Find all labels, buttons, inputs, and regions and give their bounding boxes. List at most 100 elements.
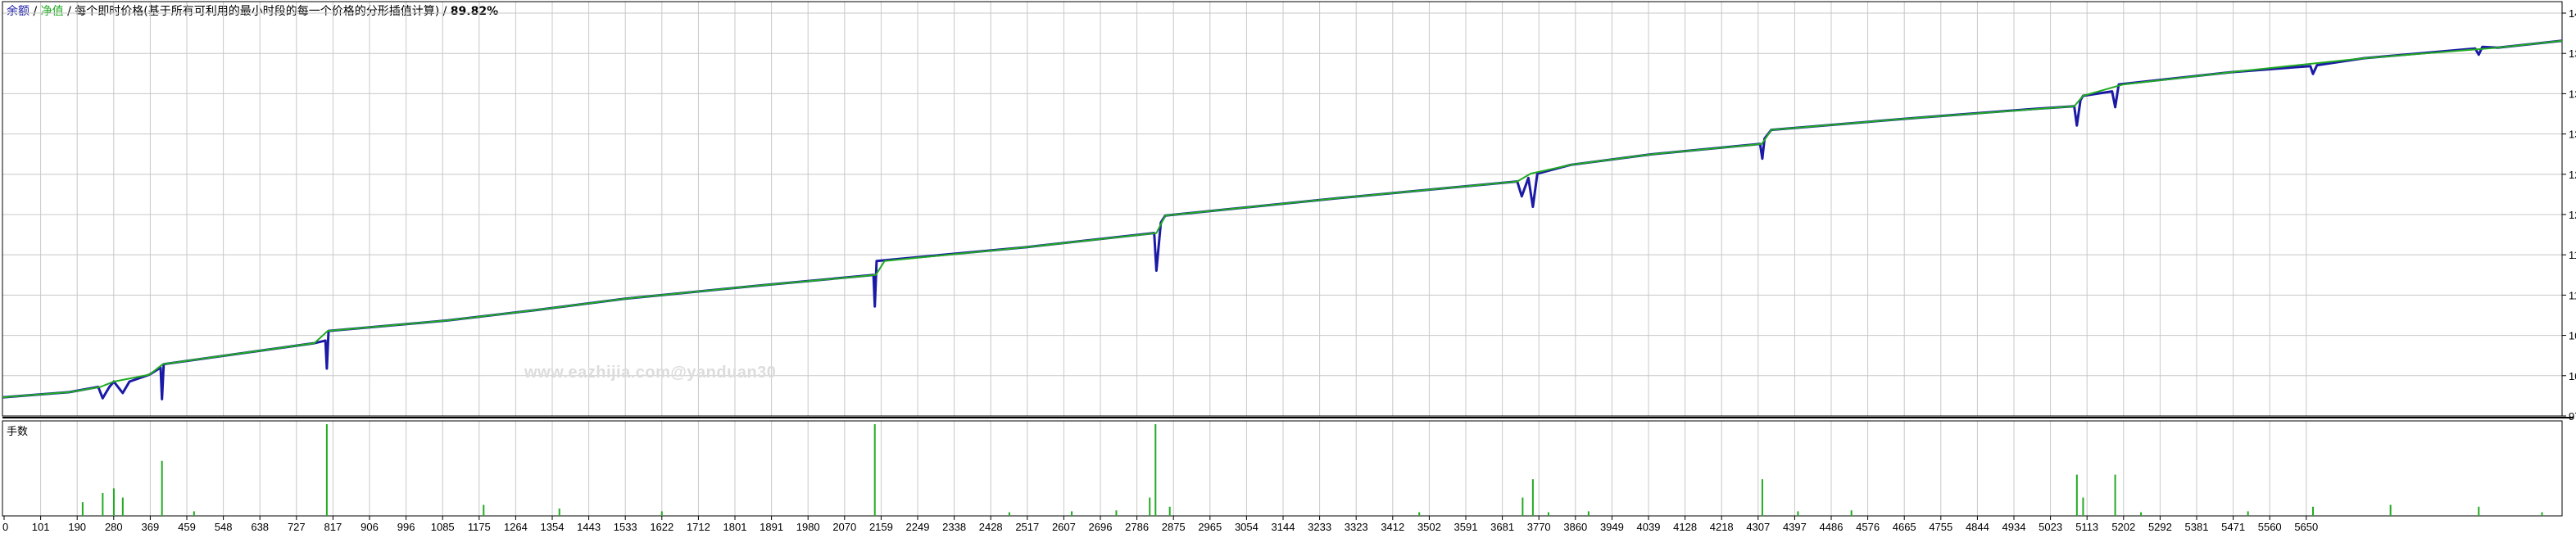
- x-tick-label: 548: [215, 521, 233, 533]
- volume-bar: [325, 424, 328, 516]
- x-tick-label: 3144: [1272, 521, 1295, 533]
- x-tick-label: 5202: [2111, 521, 2135, 533]
- balance-equity-chart: 14396 13935 13474 13013 12552 12092 11631 11170…: [2, 1, 2576, 533]
- x-tick-label: 638: [251, 521, 269, 533]
- x-tick-label: 1980: [796, 521, 820, 533]
- volume-bar: [660, 511, 663, 516]
- x-tick-label: 817: [324, 521, 342, 533]
- x-tick-label: 2249: [906, 521, 930, 533]
- x-tick-label: 101: [32, 521, 50, 533]
- x-tick-label: 3233: [1308, 521, 1331, 533]
- x-tick-label: 727: [288, 521, 306, 533]
- volume-bar: [1168, 506, 1171, 516]
- balance-line: [2, 39, 2563, 399]
- x-tick-label: 906: [361, 521, 379, 533]
- x-tick-label: 1443: [577, 521, 601, 533]
- volume-bar: [193, 511, 195, 516]
- volume-bar: [1547, 512, 1549, 516]
- x-tick-label: 4218: [1710, 521, 1734, 533]
- panel-frames: [2, 1, 2574, 517]
- volume-bar: [1531, 479, 1534, 516]
- x-tick-label: 4665: [1893, 521, 1916, 533]
- x-tick-label: 3770: [1527, 521, 1551, 533]
- x-tick-label: 5023: [2039, 521, 2062, 533]
- volume-bar: [1797, 511, 1799, 516]
- volume-bar: [2541, 512, 2543, 516]
- y-tick-label: 12552: [2569, 169, 2576, 181]
- volume-bar: [873, 424, 876, 516]
- volume-bar: [2114, 474, 2116, 516]
- x-tick-label: 3860: [1563, 521, 1587, 533]
- lots-panel-frame: [2, 420, 2563, 517]
- volume-bar: [161, 460, 163, 516]
- volume-bar: [1154, 424, 1157, 516]
- x-tick-label: 1264: [504, 521, 528, 533]
- volume-bar: [1522, 497, 1524, 516]
- x-tick-label: 4397: [1783, 521, 1807, 533]
- volume-bar: [1418, 512, 1421, 516]
- x-tick-label: 4755: [1929, 521, 1952, 533]
- x-tick-label: 4128: [1673, 521, 1697, 533]
- x-tick-label: 3591: [1454, 521, 1478, 533]
- x-tick-label: 1085: [431, 521, 455, 533]
- x-tick-label: 5560: [2258, 521, 2282, 533]
- volume-bar: [1850, 510, 1853, 516]
- x-tick-label: 459: [178, 521, 196, 533]
- x-axis: 0 101 190 280 369 459 548 638 727 817 906 996 1085 11…: [2, 516, 2318, 533]
- volume-bar: [2140, 512, 2143, 516]
- lots-panel-label: 手数: [7, 426, 29, 438]
- x-tick-label: 5471: [2221, 521, 2245, 533]
- x-tick-label: 280: [105, 521, 123, 533]
- x-tick-label: 2607: [1052, 521, 1076, 533]
- volume-bar: [112, 488, 115, 516]
- volume-bar: [121, 497, 124, 516]
- volume-bar: [102, 493, 104, 516]
- x-tick-label: 0: [2, 521, 8, 533]
- y-tick-label: 11170: [2569, 289, 2576, 301]
- equity-line: [2, 39, 2563, 400]
- volume-bar: [2082, 497, 2084, 516]
- x-tick-label: 1712: [687, 521, 710, 533]
- y-tick-label: 12092: [2569, 209, 2576, 221]
- x-tick-label: 5113: [2075, 521, 2098, 533]
- y-tick-label: 13013: [2569, 129, 2576, 141]
- main-panel-frame: [2, 1, 2563, 417]
- x-tick-label: 2070: [832, 521, 856, 533]
- x-tick-label: 3949: [1600, 521, 1624, 533]
- volume-bar: [1071, 511, 1073, 516]
- x-tick-label: 369: [142, 521, 160, 533]
- volume-bar: [558, 509, 560, 516]
- series-layer: [2, 39, 2563, 400]
- x-tick-label: 3323: [1345, 521, 1368, 533]
- y-tick-label: 14396: [2569, 7, 2576, 20]
- y-tick-label: 13935: [2569, 47, 2576, 60]
- x-tick-label: 4844: [1966, 521, 1989, 533]
- x-tick-label: 4039: [1637, 521, 1661, 533]
- x-tick-label: 5292: [2148, 521, 2172, 533]
- x-tick-label: 2696: [1089, 521, 1113, 533]
- y-tick-label: 10248: [2569, 370, 2576, 382]
- volume-bar: [1115, 510, 1118, 516]
- x-tick-label: 1533: [614, 521, 637, 533]
- tester-report-graph: 余额 / 净值 / 每个即时价格(基于所有可利用的最小时段的每一个价格的分形插值…: [0, 0, 2576, 538]
- volume-bars: [81, 424, 2543, 516]
- volume-bar: [2312, 506, 2315, 516]
- x-tick-label: 2875: [1162, 521, 1186, 533]
- x-tick-label: 3681: [1490, 521, 1514, 533]
- y-tick-label: 9787: [2569, 410, 2576, 423]
- x-tick-label: 996: [397, 521, 415, 533]
- x-tick-label: 2786: [1125, 521, 1149, 533]
- x-tick-label: 5650: [2294, 521, 2318, 533]
- x-tick-label: 3502: [1417, 521, 1441, 533]
- volume-bar: [2389, 504, 2392, 516]
- x-tick-label: 3412: [1381, 521, 1404, 533]
- x-tick-label: 1891: [760, 521, 783, 533]
- y-tick-label: 11631: [2569, 249, 2576, 261]
- x-tick-label: 5381: [2185, 521, 2209, 533]
- x-tick-label: 2428: [979, 521, 1003, 533]
- volume-bar: [81, 502, 84, 516]
- volume-bar: [2478, 506, 2480, 516]
- y-tick-label: 13474: [2569, 88, 2576, 100]
- x-tick-label: 2338: [942, 521, 966, 533]
- volume-bar: [1008, 512, 1010, 516]
